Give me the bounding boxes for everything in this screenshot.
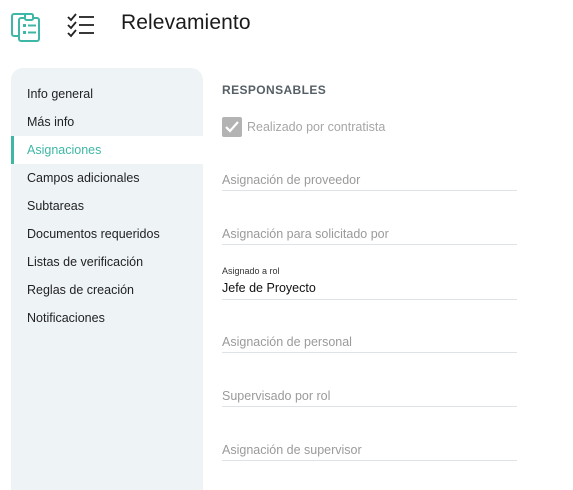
sidebar-item-info-general[interactable]: Info general [11,80,203,108]
personal-placeholder: Asignación de personal [222,335,352,349]
contractor-checkbox-label: Realizado por contratista [247,120,386,134]
sidebar-item-documentos-requeridos[interactable]: Documentos requeridos [11,220,203,248]
rol-field[interactable]: Asignado a rol Jefe de Proyecto [222,266,517,300]
supervisor-placeholder: Asignación de supervisor [222,443,362,457]
section-title: RESPONSABLES [222,83,327,97]
supervisor-field[interactable]: Asignación de supervisor [222,433,517,461]
checkmark-icon [225,121,239,133]
page-title: Relevamiento [121,11,251,34]
sidebar-item-mas-info[interactable]: Más info [11,108,203,136]
app-header: Relevamiento [0,0,573,50]
sidebar-item-reglas-creacion[interactable]: Reglas de creación [11,276,203,304]
contractor-checkbox[interactable] [222,117,242,137]
clipboard-checklist-icon[interactable] [10,8,46,42]
solicitado-por-field[interactable]: Asignación para solicitado por [222,217,517,245]
proveedor-field[interactable]: Asignación de proveedor [222,163,517,191]
sidebar-item-listas-verificacion[interactable]: Listas de verificación [11,248,203,276]
rol-field-label: Asignado a rol [222,266,280,276]
sidebar-item-asignaciones[interactable]: Asignaciones [11,136,203,164]
rol-field-value: Jefe de Proyecto [222,281,316,295]
sidebar-nav: Info general Más info Asignaciones Campo… [11,68,203,490]
personal-field[interactable]: Asignación de personal [222,325,517,353]
proveedor-placeholder: Asignación de proveedor [222,173,361,187]
contractor-checkbox-row[interactable]: Realizado por contratista [222,117,522,139]
solicitado-por-placeholder: Asignación para solicitado por [222,227,389,241]
checklist-icon[interactable] [66,12,96,38]
supervisado-placeholder: Supervisado por rol [222,389,331,403]
supervisado-field[interactable]: Supervisado por rol [222,379,517,407]
sidebar-item-notificaciones[interactable]: Notificaciones [11,304,203,332]
sidebar-item-campos-adicionales[interactable]: Campos adicionales [11,164,203,192]
sidebar-item-subtareas[interactable]: Subtareas [11,192,203,220]
